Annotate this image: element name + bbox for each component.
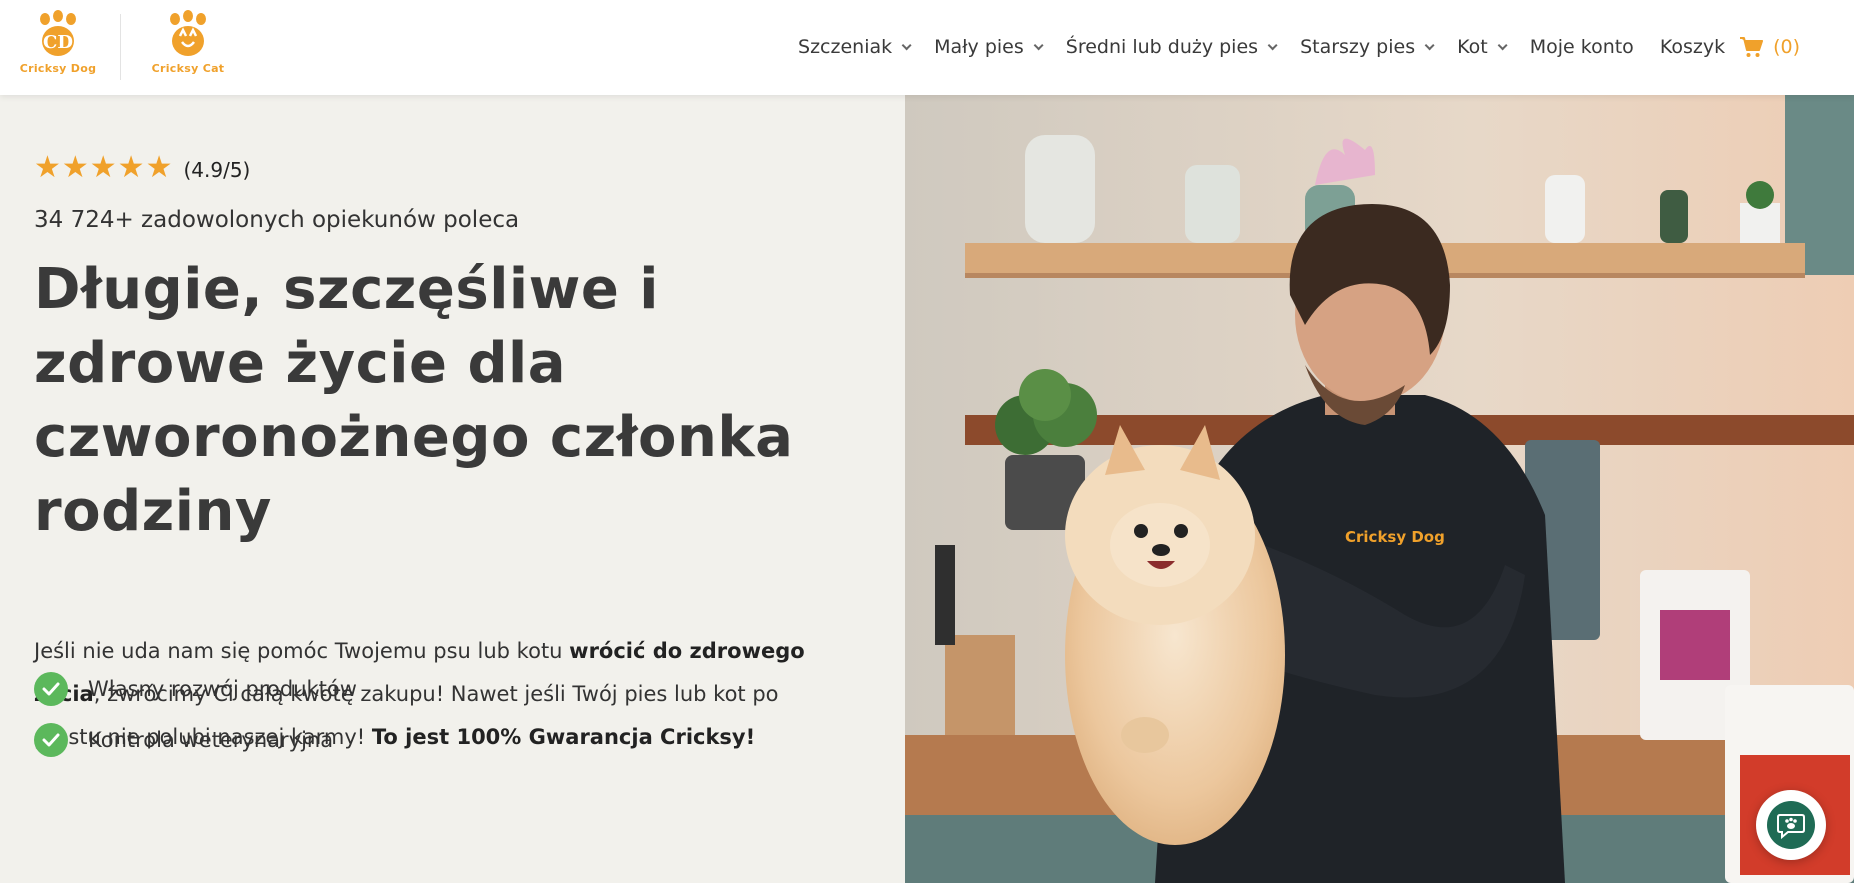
feature-label: Własny rozwój produktów [88, 677, 357, 701]
cart-count: (0) [1773, 36, 1800, 58]
nav-label: Starszy pies [1300, 36, 1416, 58]
svg-text:CD: CD [43, 32, 73, 53]
paw-dog-icon: CD [40, 10, 76, 56]
logo-divider [120, 14, 121, 80]
feature-item: Własny rozwój produktów [34, 672, 357, 706]
check-icon [34, 672, 68, 706]
chevron-down-icon [1033, 39, 1044, 50]
feature-item: Kontrola weterynaryjna [34, 723, 333, 757]
nav-moje-konto[interactable]: Moje konto [1530, 36, 1634, 58]
chevron-down-icon [901, 39, 912, 50]
nav-kot[interactable]: Kot [1457, 36, 1508, 58]
nav-label: Średni lub duży pies [1065, 36, 1259, 58]
paw-cat-icon [170, 10, 206, 56]
nav-koszyk[interactable]: Koszyk (0) [1660, 36, 1800, 58]
man-holding-dog-image: Cricksy Dog [905, 95, 1854, 883]
cricksy-cat-logo[interactable]: Cricksy Cat [148, 10, 228, 84]
rating-value: (4.9/5) [183, 158, 251, 182]
nav-maly-pies[interactable]: Mały pies [934, 36, 1044, 58]
cricksy-dog-logo[interactable]: CD Cricksy Dog [18, 10, 98, 84]
feature-label: Kontrola weterynaryjna [88, 728, 334, 752]
chevron-down-icon [1267, 39, 1278, 50]
paragraph-text: Jeśli nie uda nam się pomóc Twojemu psu … [34, 639, 570, 663]
chevron-down-icon [1497, 39, 1508, 50]
cart-icon [1739, 36, 1764, 58]
main-nav: Szczeniak Mały pies Średni lub duży pies… [772, 32, 1800, 62]
hero-content: ★★★★★ (4.9/5) 34 724+ zadowolonych opiek… [0, 95, 905, 883]
nav-sredni-duzy-pies[interactable]: Średni lub duży pies [1065, 36, 1278, 58]
svg-text:Cricksy Dog: Cricksy Dog [1345, 528, 1445, 546]
recommend-text: 34 724+ zadowolonych opiekunów poleca [34, 207, 520, 233]
nav-label: Moje konto [1529, 36, 1634, 58]
paragraph-bold: To jest 100% Gwarancja Cricksy! [371, 725, 756, 749]
nav-szczeniak[interactable]: Szczeniak [798, 36, 912, 58]
nav-label: Mały pies [934, 36, 1024, 58]
logo-dog-text: Cricksy Dog [19, 62, 97, 75]
site-header: CD Cricksy Dog Cricksy Cat Szczeniak Mał… [0, 0, 1854, 95]
chat-paw-icon [1767, 801, 1815, 849]
nav-starszy-pies[interactable]: Starszy pies [1300, 36, 1435, 58]
star-rating-icon: ★★★★★ [34, 150, 174, 185]
hero-photo: Cricksy Dog [905, 95, 1854, 883]
page-title: Długie, szczęśliwe i zdrowe życie dla cz… [34, 257, 794, 544]
chevron-down-icon [1424, 39, 1435, 50]
rating-row: ★★★★★ (4.9/5) [34, 153, 250, 183]
logo-cat-text: Cricksy Cat [151, 62, 225, 75]
nav-label: Koszyk [1659, 36, 1726, 58]
check-icon [34, 723, 68, 757]
nav-label: Szczeniak [798, 36, 893, 58]
nav-label: Kot [1457, 36, 1488, 58]
chat-button[interactable] [1756, 790, 1826, 860]
